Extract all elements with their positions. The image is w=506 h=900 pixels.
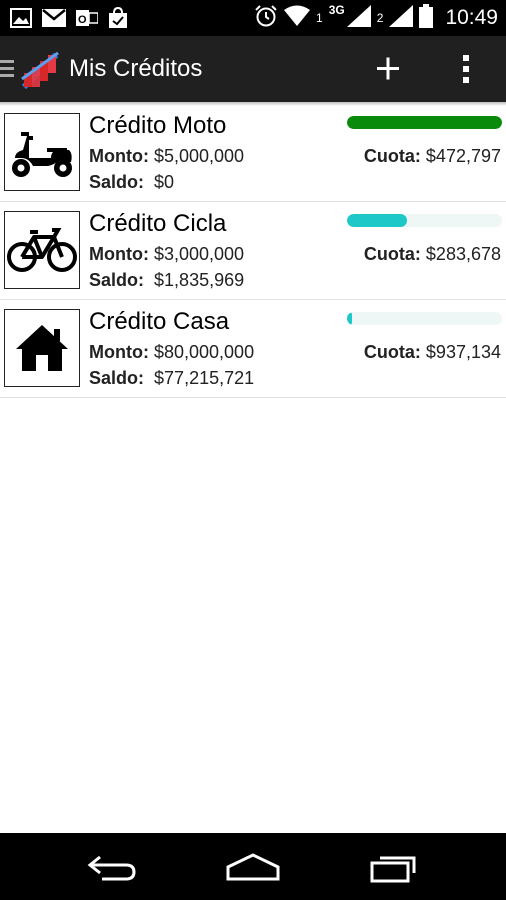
home-button[interactable] [218, 847, 288, 887]
payment-progress-bar [347, 214, 502, 227]
progress-fill [347, 312, 353, 325]
network-type: 3G [328, 3, 345, 17]
credit-name: Crédito Cicla [89, 210, 227, 237]
outlook-icon: O [76, 8, 98, 28]
progress-fill [347, 116, 502, 129]
credit-thumbnail [4, 113, 80, 191]
cuota-label: Cuota: [363, 244, 421, 264]
cuota-label: Cuota: [363, 146, 421, 166]
credits-list: Crédito Moto Monto: $5,000,000 Saldo: $0… [0, 104, 506, 398]
progress-fill [347, 214, 408, 227]
home-icon [226, 853, 280, 881]
monto-value: $3,000,000 [153, 244, 245, 264]
gmail-icon [42, 9, 66, 27]
sim2-label: 2 [376, 11, 384, 25]
credit-name: Crédito Casa [89, 308, 230, 335]
monto-label: Monto: [89, 146, 149, 166]
saldo-label: Saldo: [89, 172, 145, 192]
overflow-menu-button[interactable] [450, 49, 482, 89]
cuota-value: $472,797 [425, 146, 501, 166]
signal-icon [389, 4, 414, 32]
payment-progress-bar [347, 116, 502, 129]
app-title: Mis Créditos [69, 55, 203, 82]
cuota-value: $937,134 [425, 342, 501, 362]
battery-icon [419, 3, 434, 33]
scooter-icon [12, 132, 72, 177]
plus-icon [377, 57, 399, 80]
saldo-value: $0 [154, 172, 175, 192]
app-logo-icon[interactable] [20, 49, 60, 94]
overflow-menu-icon [463, 55, 469, 83]
drawer-indicator-icon[interactable] [0, 58, 14, 85]
recent-apps-button[interactable] [358, 847, 428, 887]
house-icon [16, 325, 68, 371]
credit-thumbnail [4, 309, 80, 387]
svg-text:O: O [78, 14, 87, 26]
shopping-icon [108, 7, 128, 29]
saldo-value: $1,835,969 [154, 270, 245, 290]
credit-item-casa[interactable]: Crédito Casa Monto: $80,000,000 Saldo: $… [0, 300, 506, 398]
credit-item-cicla[interactable]: Crédito Cicla Monto: $3,000,000 Saldo: $… [0, 202, 506, 300]
image-icon [10, 8, 32, 28]
credit-thumbnail [4, 211, 80, 289]
monto-value: $80,000,000 [153, 342, 255, 362]
clock: 10:49 [445, 6, 498, 29]
credit-item-moto[interactable]: Crédito Moto Monto: $5,000,000 Saldo: $0… [0, 104, 506, 202]
status-bar: O 1 3G 2 10:49 [0, 0, 506, 36]
navigation-bar [0, 833, 506, 900]
back-icon [87, 855, 136, 881]
wifi-icon [284, 5, 311, 32]
recent-apps-icon [370, 856, 416, 883]
monto-label: Monto: [89, 342, 149, 362]
cuota-label: Cuota: [363, 342, 421, 362]
saldo-value: $77,215,721 [154, 368, 255, 388]
action-bar: Mis Créditos [0, 36, 506, 102]
back-button[interactable] [78, 847, 148, 887]
monto-label: Monto: [89, 244, 149, 264]
payment-progress-bar [347, 312, 502, 325]
alarm-icon [254, 4, 278, 33]
saldo-label: Saldo: [89, 270, 145, 290]
monto-value: $5,000,000 [153, 146, 245, 166]
sim1-label: 1 [316, 11, 323, 25]
add-button[interactable] [368, 49, 408, 89]
signal-icon [346, 4, 371, 32]
credit-name: Crédito Moto [89, 112, 227, 139]
saldo-label: Saldo: [89, 368, 145, 388]
cuota-value: $283,678 [425, 244, 501, 264]
bicycle-icon [7, 228, 77, 272]
